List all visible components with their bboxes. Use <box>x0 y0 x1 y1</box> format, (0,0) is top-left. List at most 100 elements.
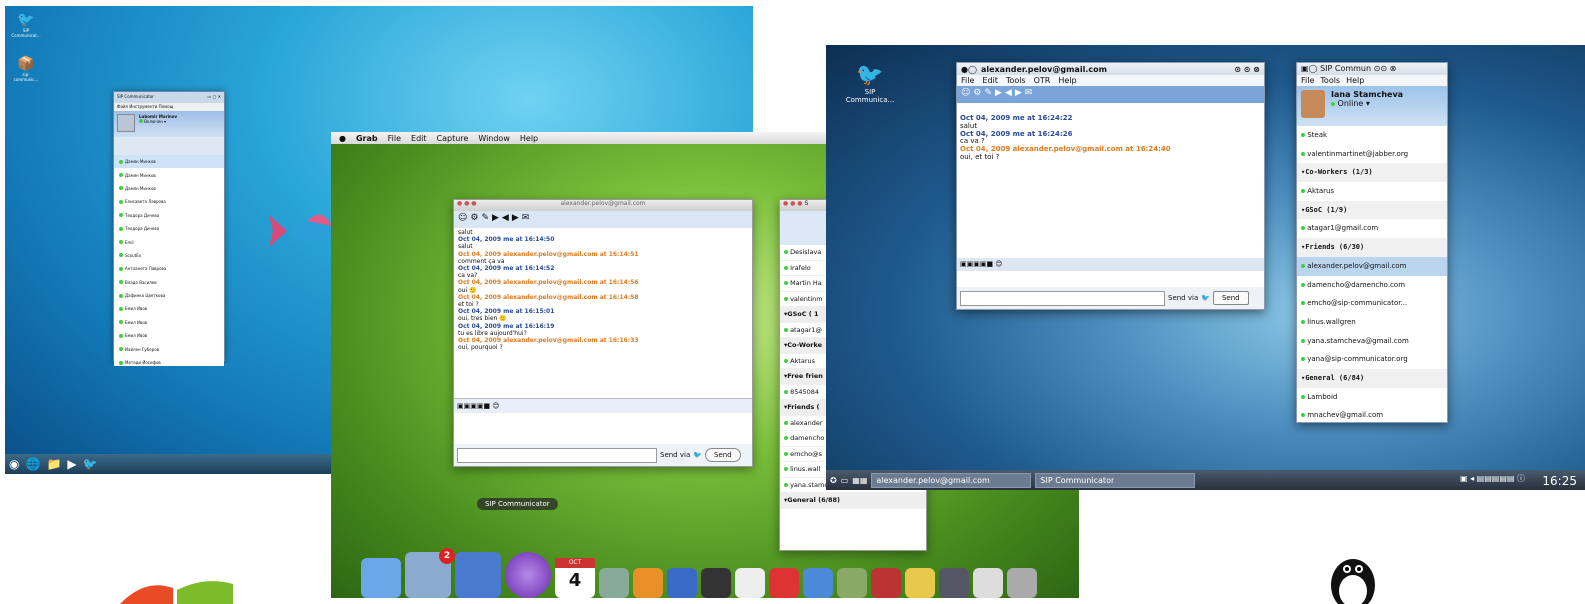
menu-window[interactable]: Window <box>478 134 510 143</box>
contact-item[interactable]: Emil <box>114 235 224 248</box>
contact-item[interactable]: valentinmartinet@jabber.org <box>1297 145 1447 164</box>
system-prefs-icon[interactable] <box>939 568 969 598</box>
web-icon[interactable] <box>505 552 551 598</box>
window-menu-icon[interactable]: ▣◯ <box>1301 64 1318 73</box>
pager-icon[interactable]: ▦▦ <box>852 476 867 485</box>
sip-dock-icon[interactable] <box>455 552 501 598</box>
contact-item[interactable]: Дамян Минков <box>114 168 224 181</box>
contact-item[interactable]: Метади Йосифов <box>114 356 224 366</box>
menu-help[interactable]: Help <box>1058 76 1076 85</box>
desktop-icon-sip[interactable]: 🐦 SIP Communica... <box>840 63 900 104</box>
window-controls[interactable]: ▭ ▢ ✕ <box>208 94 221 101</box>
desktop-icon[interactable]: ▭ <box>841 476 849 485</box>
document-icon[interactable] <box>973 568 1003 598</box>
iphoto-icon[interactable] <box>837 568 867 598</box>
group-header[interactable]: ▾Co-Workers (1/3) <box>1297 163 1447 183</box>
contact-item[interactable]: Дамян Минков <box>114 182 224 195</box>
contact-item[interactable]: Lamboid <box>1297 388 1447 407</box>
contact-item[interactable]: yana.stamcheva@gmail.com <box>1297 332 1447 351</box>
protocol-icon[interactable]: 🐦 <box>1201 294 1210 302</box>
contact-item[interactable]: damencho@damencho.com <box>1297 276 1447 295</box>
group-header[interactable]: ▾General (6/88) <box>780 493 926 509</box>
desktop-icon-sip[interactable]: 🐦 SIP Communicat... <box>11 12 41 38</box>
menu-help[interactable]: Help <box>520 134 538 143</box>
kde-menu-icon[interactable]: ✪ <box>830 476 837 485</box>
terminal-icon[interactable] <box>701 568 731 598</box>
contact-item[interactable]: Steak <box>1297 126 1447 145</box>
ical-icon[interactable]: OCT 4 <box>555 558 595 598</box>
window-menu-icon[interactable]: ●◯ <box>961 65 977 74</box>
contact-item[interactable]: Антоанета Лаврова <box>114 262 224 275</box>
send-button[interactable]: Send <box>704 448 741 462</box>
menu-tools[interactable]: Tools <box>1320 76 1340 85</box>
traffic-lights[interactable]: ● ● ● <box>457 200 477 207</box>
contact-item[interactable]: yana@sip-communicator.org <box>1297 350 1447 369</box>
contact-item[interactable]: Елисавета Лаврова <box>114 195 224 208</box>
contact-item[interactable]: emcho@sip-communicator... <box>1297 294 1447 313</box>
status-selector[interactable]: Online <box>1338 99 1364 108</box>
menu-edit[interactable]: Edit <box>411 134 427 143</box>
format-toolbar[interactable]: ▣▣▣▣■ 😊 <box>454 398 752 413</box>
menu-help[interactable]: Help <box>1346 76 1364 85</box>
menu-file[interactable]: File <box>388 134 401 143</box>
stickies-icon[interactable] <box>905 568 935 598</box>
menu-tools[interactable]: Tools <box>1006 76 1026 85</box>
preview-icon[interactable] <box>735 568 765 598</box>
firefox-icon[interactable] <box>633 568 663 598</box>
format-toolbar[interactable]: ▣▣▣▣■ 😊 <box>957 258 1264 271</box>
contact-item[interactable]: Теодора Дичева <box>114 209 224 222</box>
taskbar-item-sip[interactable]: SIP Communicator <box>1035 472 1196 488</box>
system-tray-icons[interactable]: ▣ ◂ ▤▤▤▤▤ ⓘ <box>1460 473 1525 484</box>
explorer-icon[interactable]: 📁 <box>46 457 61 471</box>
contact-item[interactable]: Теодора Дичева <box>114 222 224 235</box>
mail-icon[interactable]: 2 <box>405 548 455 598</box>
group-header[interactable]: ▾GSoC (1/9) <box>1297 200 1447 220</box>
taskbar-item-chat[interactable]: alexander.pelov@gmail.com <box>871 472 1032 488</box>
menu-edit[interactable]: Edit <box>982 76 998 85</box>
contact-item[interactable]: mnachev@gmail.com <box>1297 406 1447 422</box>
window-controls[interactable]: ⊙ ⊙ ⊗ <box>1234 65 1260 74</box>
menu-bar[interactable]: Файл Инструменти Помощ <box>114 103 224 111</box>
sip-taskbar-icon[interactable]: 🐦 <box>83 457 98 471</box>
start-button-icon[interactable]: ◉ <box>9 457 19 471</box>
finder-icon[interactable] <box>361 558 401 598</box>
menu-otr[interactable]: OTR <box>1034 76 1051 85</box>
itunes-icon[interactable] <box>803 568 833 598</box>
apple-icon[interactable]: ● <box>339 134 346 143</box>
window-controls[interactable]: ⊙⊙ ⊗ <box>1374 64 1397 73</box>
contact-item[interactable]: Aktarus <box>1297 182 1447 201</box>
protocol-icon[interactable]: 🐦 <box>693 451 702 459</box>
trash-icon[interactable] <box>1007 568 1037 598</box>
globe-icon[interactable] <box>667 568 697 598</box>
contact-item[interactable]: Дамян Минков <box>114 155 224 169</box>
contact-item[interactable]: Иайлен Губеров <box>114 342 224 355</box>
chat-toolbar[interactable]: ☺⚙✎▶◀▶✉ <box>957 86 1264 103</box>
contact-item[interactable]: ScoutEx <box>114 249 224 262</box>
media-player-icon[interactable]: ▶ <box>67 457 76 471</box>
ie-icon[interactable]: 🌐 <box>25 457 40 471</box>
clock[interactable]: 16:25 <box>1542 474 1577 488</box>
group-header[interactable]: ▾Friends (6/30) <box>1297 238 1447 257</box>
menu-file[interactable]: File <box>961 76 974 85</box>
dictionary-icon[interactable] <box>871 568 901 598</box>
dock-app-icon[interactable] <box>599 568 629 598</box>
contact-item[interactable]: alexander.pelov@gmail.com <box>1297 256 1447 276</box>
menu-file[interactable]: File <box>1301 76 1314 85</box>
contact-item[interactable]: linus.wallgren <box>1297 313 1447 332</box>
desktop-icon-sip-2[interactable]: 📦 sip-communic... <box>11 56 41 82</box>
menu-grab[interactable]: Grab <box>356 134 378 143</box>
contact-item[interactable]: atagar1@gmail.com <box>1297 219 1447 238</box>
status-selector[interactable]: Включен <box>144 119 163 124</box>
message-input[interactable] <box>457 447 657 463</box>
chat-toolbar[interactable]: ☺⚙✎▶◀▶✉ <box>454 211 752 228</box>
photobooth-icon[interactable] <box>769 568 799 598</box>
message-input[interactable] <box>960 290 1165 306</box>
contact-item[interactable]: Дафинка Цветкова <box>114 289 224 302</box>
menu-capture[interactable]: Capture <box>437 134 469 143</box>
contact-item[interactable]: Емил Ивов <box>114 329 224 342</box>
contact-item[interactable]: Емил Ивов <box>114 302 224 315</box>
traffic-lights[interactable]: ● ● ● <box>783 200 803 207</box>
group-header[interactable]: ▾General (6/84) <box>1297 368 1447 388</box>
contact-item[interactable]: Владо Василев <box>114 276 224 289</box>
send-button[interactable]: Send <box>1212 291 1249 305</box>
